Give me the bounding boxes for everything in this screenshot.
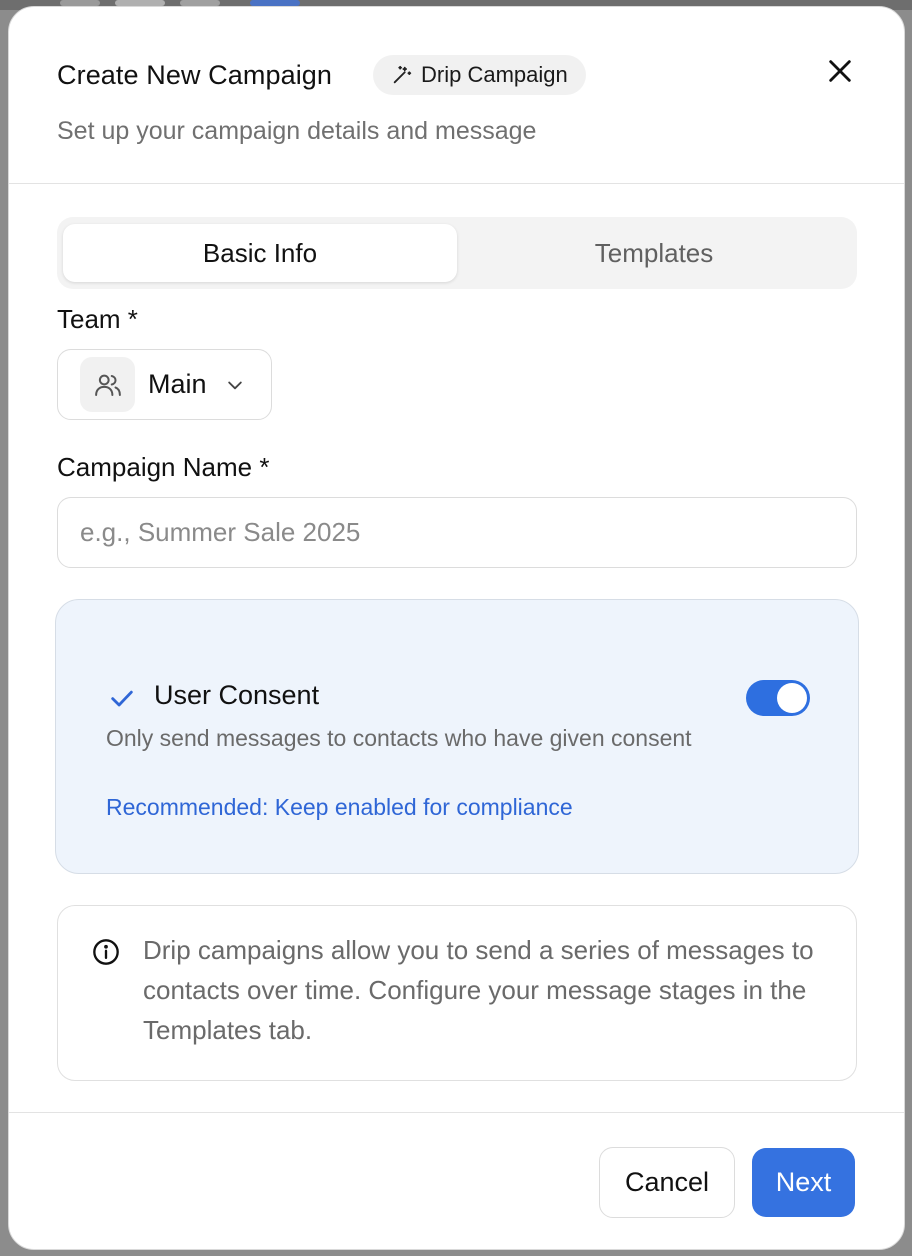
modal-footer: Cancel Next <box>9 1112 904 1249</box>
team-select[interactable]: Main <box>57 349 272 420</box>
next-button[interactable]: Next <box>752 1148 855 1217</box>
cancel-button[interactable]: Cancel <box>599 1147 735 1218</box>
campaign-type-badge: Drip Campaign <box>373 55 586 95</box>
consent-note: Recommended: Keep enabled for compliance <box>106 794 573 820</box>
magic-wand-icon <box>393 65 412 84</box>
toggle-knob <box>777 683 807 713</box>
campaign-name-label: Campaign Name * <box>57 452 270 482</box>
check-icon <box>111 690 133 707</box>
drip-info-card: Drip campaigns allow you to send a serie… <box>57 905 857 1081</box>
info-text: Drip campaigns allow you to send a serie… <box>143 935 814 1045</box>
tab-templates[interactable]: Templates <box>457 224 851 282</box>
consent-title: User Consent <box>154 680 320 710</box>
user-consent-card: User Consent Only send messages to conta… <box>55 599 859 874</box>
modal-subtitle: Set up your campaign details and message <box>57 117 537 145</box>
tab-bar: Basic Info Templates <box>57 217 857 289</box>
tab-basic-info[interactable]: Basic Info <box>63 224 457 282</box>
modal-title: Create New Campaign <box>57 60 333 90</box>
modal-header: Create New Campaign Drip Campaign Set up… <box>9 7 904 184</box>
info-icon <box>93 939 119 965</box>
users-icon <box>94 374 121 396</box>
campaign-name-input[interactable] <box>57 497 857 568</box>
create-campaign-modal: Create New Campaign Drip Campaign Set up… <box>8 6 905 1250</box>
team-value: Main <box>148 369 207 399</box>
consent-toggle[interactable] <box>746 680 810 716</box>
consent-description: Only send messages to contacts who have … <box>106 725 692 751</box>
badge-label: Drip Campaign <box>421 62 568 87</box>
chevron-down-icon <box>227 381 242 389</box>
team-icon-box <box>80 357 135 412</box>
team-label: Team * <box>57 304 138 334</box>
close-icon[interactable] <box>826 57 854 85</box>
